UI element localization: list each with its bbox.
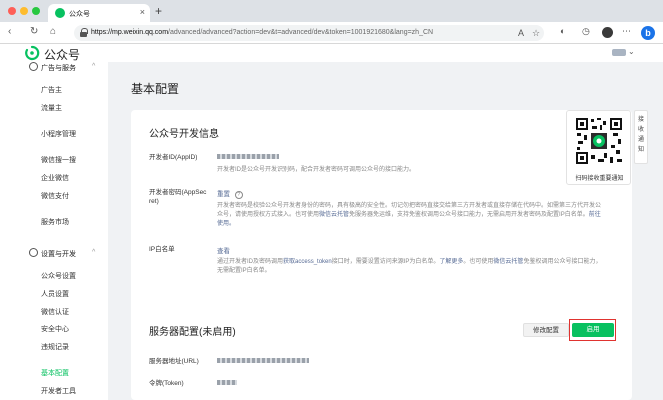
new-tab-button[interactable]: + bbox=[155, 4, 162, 18]
url-host: https://mp.weixin.qq.com bbox=[91, 29, 169, 36]
sidebar-item-service-market[interactable]: 服务市场 bbox=[41, 217, 69, 227]
address-toolbar: ‹ ↻ ⌂ https://mp.weixin.qq.com/advanced/… bbox=[0, 22, 663, 44]
minimize-window-button[interactable] bbox=[20, 7, 28, 15]
sidebar-item-staff-settings[interactable]: 人员设置 bbox=[41, 289, 69, 299]
chevron-down-icon[interactable]: ⌄ bbox=[628, 47, 635, 56]
profile-icon[interactable] bbox=[602, 27, 613, 38]
ip-whitelist-desc: 通过开发者ID及密码调用获取access_token接口时，需要设置访问来源IP… bbox=[217, 258, 627, 276]
reset-secret-link[interactable]: 重置 bbox=[217, 191, 230, 198]
site-logo-text[interactable]: 公众号 bbox=[44, 46, 80, 63]
sidebar-item-miniprogram[interactable]: 小程序管理 bbox=[41, 129, 76, 139]
home-icon[interactable]: ⌂ bbox=[50, 26, 56, 37]
tab-title: 公众号 bbox=[69, 11, 90, 18]
secret-actions: 重置 ? bbox=[217, 188, 243, 199]
chevron-up-icon[interactable]: ^ bbox=[92, 63, 95, 70]
go-use-link[interactable]: 使用。 bbox=[217, 221, 235, 227]
server-url-value bbox=[217, 357, 309, 364]
url-bar[interactable]: https://mp.weixin.qq.com/advanced/advanc… bbox=[74, 25, 544, 41]
view-ip-whitelist-link[interactable]: 查看 bbox=[217, 245, 230, 255]
ip-desc-line1a: 通过开发者ID及密码调用 bbox=[217, 259, 284, 265]
cloud-hosting-link-2[interactable]: 微信云托管 bbox=[493, 259, 523, 265]
sidebar-item-basic-config[interactable]: 基本配置 bbox=[41, 368, 69, 378]
ip-desc-line1b: 接口时，需要设置访问来源IP为白名单。 bbox=[331, 259, 440, 265]
sidebar-group-ads[interactable]: 广告与服务 bbox=[41, 63, 76, 73]
sidebar-item-account-settings[interactable]: 公众号设置 bbox=[41, 271, 76, 281]
page: 公众号 ⌄ 广告与服务 ^ 广告主 流量主 小程序管理 微信搜一搜 企业微信 微… bbox=[0, 44, 663, 400]
secret-label-line2: ret) bbox=[149, 198, 159, 205]
access-token-link[interactable]: 获取access_token bbox=[283, 259, 332, 265]
lock-icon bbox=[80, 28, 88, 37]
secret-label-line1: 开发者密码(AppSec bbox=[149, 189, 207, 196]
sidebar-item-wechat-search[interactable]: 微信搜一搜 bbox=[41, 155, 76, 165]
sidebar-group-settings-dev[interactable]: 设置与开发 bbox=[41, 249, 76, 259]
side-tab-char: 知 bbox=[637, 147, 644, 153]
url-path: /advanced/advanced?action=dev&t=advanced… bbox=[168, 29, 434, 36]
server-config-card: 服务器配置(未启用) 修改配置 启用 服务器地址(URL) 令牌(Token) bbox=[131, 307, 632, 400]
receive-notice-tab[interactable]: 接 收 通 知 bbox=[634, 110, 648, 164]
sidebar-item-verification[interactable]: 微信认证 bbox=[41, 307, 69, 317]
user-avatar[interactable] bbox=[612, 49, 626, 56]
side-tab-char: 接 bbox=[637, 117, 644, 123]
secret-label: 开发者密码(AppSec ret) bbox=[149, 188, 206, 206]
wechat-mp-logo-icon[interactable] bbox=[24, 45, 40, 61]
learn-more-link[interactable]: 了解更多 bbox=[439, 259, 463, 265]
token-value bbox=[217, 379, 237, 386]
sidebar-item-wechat-pay[interactable]: 微信支付 bbox=[41, 191, 69, 201]
wechat-favicon-icon bbox=[55, 8, 65, 18]
dev-info-title: 公众号开发信息 bbox=[149, 129, 219, 140]
go-to-link[interactable]: 前往 bbox=[589, 212, 601, 218]
page-title: 基本配置 bbox=[131, 82, 180, 96]
sidebar-item-violations[interactable]: 违规记录 bbox=[41, 342, 69, 352]
ip-desc-line1d: 免鉴权调用公众号接口能力， bbox=[523, 259, 602, 265]
qr-code-icon[interactable] bbox=[575, 117, 623, 165]
modify-config-button[interactable]: 修改配置 bbox=[523, 323, 569, 337]
settings-gear-icon bbox=[29, 248, 38, 257]
reload-icon[interactable]: ↻ bbox=[30, 26, 38, 37]
appid-desc: 开发者ID是公众号开发识别码，配合开发者密码可调用公众号的接口能力。 bbox=[217, 167, 416, 173]
token-label: 令牌(Token) bbox=[149, 380, 184, 387]
sidebar-item-security-center[interactable]: 安全中心 bbox=[41, 324, 69, 334]
secret-desc-line2b: 免服务器免运维，支持免鉴权调用公众号接口能力，无需启用开发者密码及配置IP白名单… bbox=[349, 212, 589, 218]
qr-notify-panel: 扫码接收重要通知 bbox=[566, 110, 631, 185]
server-url-label: 服务器地址(URL) bbox=[149, 358, 199, 365]
sidebar-item-publisher[interactable]: 流量主 bbox=[41, 103, 62, 113]
ip-whitelist-label: IP白名单 bbox=[149, 246, 175, 253]
sidebar-item-work-wechat[interactable]: 企业微信 bbox=[41, 173, 69, 183]
secret-desc: 开发者密码是校验公众号开发者身份的密码，具有极高的安全性。切记勿把密码直接交给第… bbox=[217, 202, 617, 229]
tab-close-icon[interactable]: × bbox=[140, 7, 145, 17]
highlight-box bbox=[569, 319, 616, 341]
favorite-icon[interactable]: ☆ bbox=[532, 28, 540, 39]
more-menu-icon[interactable]: ⋯ bbox=[622, 26, 631, 37]
cloud-hosting-link[interactable]: 微信云托管 bbox=[319, 212, 349, 218]
sidebar-item-dev-tools[interactable]: 开发者工具 bbox=[41, 386, 76, 396]
browser-tab[interactable]: 公众号 × bbox=[48, 4, 150, 22]
sidebar: 广告与服务 ^ 广告主 流量主 小程序管理 微信搜一搜 企业微信 微信支付 服务… bbox=[0, 62, 108, 400]
secret-desc-line1: 开发者密码是校验公众号开发者身份的密码，具有极高的安全性。切记勿把密码直接交给第… bbox=[217, 203, 602, 209]
bing-icon[interactable]: b bbox=[641, 26, 655, 40]
ip-desc-line2: 无需配置IP白名单。 bbox=[217, 268, 271, 274]
history-icon[interactable]: ◷ bbox=[582, 26, 590, 37]
site-header: 公众号 ⌄ bbox=[0, 44, 663, 62]
secret-desc-line2a: 众号，请使用授权方式接入。也可使用 bbox=[217, 212, 320, 218]
ip-desc-line1c: 。也可使用 bbox=[463, 259, 494, 265]
appid-label: 开发者ID(AppID) bbox=[149, 154, 198, 161]
qr-caption: 扫码接收重要通知 bbox=[575, 176, 624, 182]
side-tab-char: 通 bbox=[637, 137, 644, 143]
ads-services-icon bbox=[29, 62, 38, 71]
extension-icon[interactable]: ◐ bbox=[560, 26, 565, 36]
maximize-window-button[interactable] bbox=[32, 7, 40, 15]
close-window-button[interactable] bbox=[8, 7, 16, 15]
read-aloud-icon[interactable]: A bbox=[518, 28, 524, 38]
side-tab-char: 收 bbox=[637, 127, 644, 133]
browser-tab-bar: 公众号 × + bbox=[0, 0, 663, 22]
chevron-up-icon[interactable]: ^ bbox=[92, 249, 95, 256]
appid-value bbox=[217, 153, 279, 160]
help-icon[interactable]: ? bbox=[234, 191, 243, 199]
url-text[interactable]: https://mp.weixin.qq.com/advanced/advanc… bbox=[91, 29, 433, 36]
back-icon[interactable]: ‹ bbox=[8, 26, 11, 37]
sidebar-item-advertiser[interactable]: 广告主 bbox=[41, 85, 62, 95]
server-config-title: 服务器配置(未启用) bbox=[149, 327, 236, 338]
